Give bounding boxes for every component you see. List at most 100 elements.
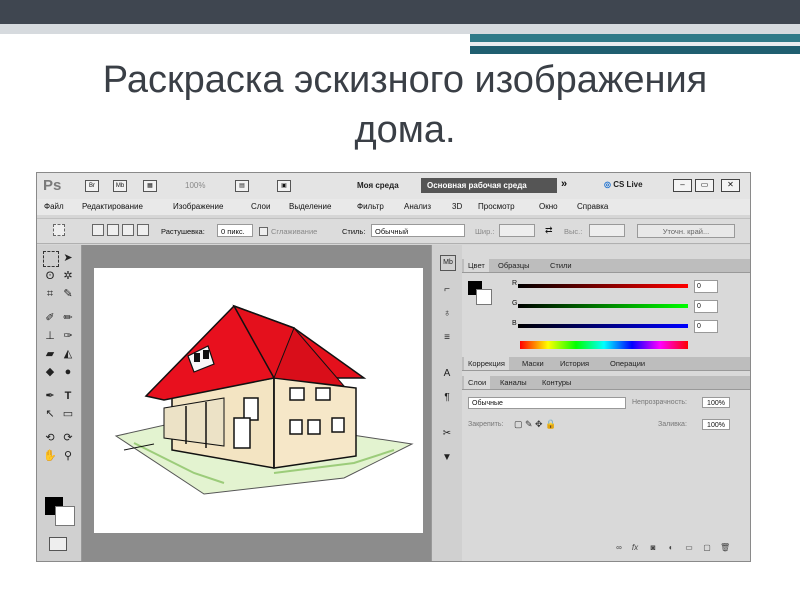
swap-dimensions-icon[interactable]: ⇄ [545,225,553,236]
character-panel-icon[interactable]: A [440,367,454,381]
tool-preset-icon[interactable] [53,224,65,236]
zoom-level[interactable]: 100% [185,181,205,190]
blend-mode-select[interactable]: Обычные [468,397,626,409]
link-layers-icon[interactable]: ∞ [614,543,624,553]
menu-filter[interactable]: Фильтр [357,202,384,211]
zoom-tool-icon[interactable]: ⚲ [61,449,75,463]
brush-tool-icon[interactable]: ✏ [61,311,75,325]
new-selection-icon[interactable] [92,224,104,236]
lasso-tool-icon[interactable]: ʘ [43,269,57,283]
opacity-label: Непрозрачность: [632,399,687,406]
hand-tool-icon[interactable]: ✋ [43,449,57,463]
workspace-my[interactable]: Моя среда [351,178,405,193]
minimize-button[interactable]: – [673,179,692,192]
height-input[interactable] [589,224,625,237]
marquee-tool-icon[interactable] [43,251,59,267]
new-group-icon[interactable]: ▭ [684,543,694,553]
arrange-documents-icon[interactable]: ▤ [235,180,249,192]
eraser-tool-icon[interactable]: ▰ [43,347,57,361]
refine-edge-button[interactable]: Уточн. край... [637,224,735,238]
bridge-icon[interactable]: Br [85,180,99,192]
dodge-tool-icon[interactable]: ● [61,365,75,379]
menu-image[interactable]: Изображение [173,202,223,211]
canvas[interactable] [94,268,423,533]
menu-3d[interactable]: 3D [452,202,462,211]
menu-window[interactable]: Окно [539,202,558,211]
menu-view[interactable]: Просмотр [478,202,515,211]
fill-input[interactable]: 100% [702,419,730,430]
measurement-icon[interactable]: ≡ [440,331,454,345]
brush-panel-icon[interactable]: ✂ [440,427,454,441]
width-input[interactable] [499,224,535,237]
move-tool-icon[interactable]: ➤ [61,251,75,265]
tab-paths[interactable]: Контуры [542,378,571,387]
view-extras-icon[interactable]: ▦ [143,180,157,192]
subtract-selection-icon[interactable] [122,224,134,236]
paragraph-panel-icon[interactable]: ¶ [440,391,454,405]
add-mask-icon[interactable]: ◙ [648,543,658,553]
eyedropper-tool-icon[interactable]: ✎ [61,287,75,301]
pen-tool-icon[interactable]: ✒ [43,389,57,403]
antialias-checkbox[interactable] [259,227,268,236]
workspace-main[interactable]: Основная рабочая среда [421,178,557,193]
layer-style-icon[interactable]: fx [630,543,640,553]
blur-tool-icon[interactable]: ◆ [43,365,57,379]
3d-panel-icon[interactable]: ♁ [440,307,454,321]
healing-brush-tool-icon[interactable]: ✐ [43,311,57,325]
clone-source-icon[interactable]: ▼ [440,451,454,465]
menu-analysis[interactable]: Анализ [404,202,431,211]
cs-live-button[interactable]: ◎ CS Live [604,180,643,189]
3d-rotate-tool-icon[interactable]: ⟲ [43,431,57,445]
mini-bridge-panel-icon[interactable]: Mb [440,255,456,271]
mini-bridge-icon[interactable]: Mb [113,180,127,192]
color-spectrum-bar[interactable] [520,341,688,349]
feather-input[interactable]: 0 пикс. [217,224,253,237]
history-brush-tool-icon[interactable]: ✑ [61,329,75,343]
g-slider[interactable] [518,304,688,308]
color-panel-background-swatch[interactable] [476,289,492,305]
paint-bucket-tool-icon[interactable]: ◭ [61,347,75,361]
tab-masks[interactable]: Маски [522,359,544,368]
r-value-input[interactable]: 0 [694,280,718,293]
b-slider[interactable] [518,324,688,328]
adjustment-layer-icon[interactable]: ◐ [666,543,676,553]
tool-presets-icon[interactable]: ⌐ [440,283,454,297]
style-select[interactable]: Обычный [371,224,465,237]
add-selection-icon[interactable] [107,224,119,236]
quick-mask-icon[interactable] [49,537,67,551]
b-value-input[interactable]: 0 [694,320,718,333]
tab-layers[interactable]: Слои [464,376,491,389]
crop-tool-icon[interactable]: ⌗ [43,287,57,301]
type-tool-icon[interactable]: T [61,389,75,403]
opacity-input[interactable]: 100% [702,397,730,408]
tab-channels[interactable]: Каналы [500,378,527,387]
background-color-swatch[interactable] [55,506,75,526]
3d-camera-tool-icon[interactable]: ⟳ [61,431,75,445]
more-workspaces-icon[interactable]: » [561,178,567,190]
quick-select-tool-icon[interactable]: ✲ [61,269,75,283]
r-slider[interactable] [518,284,688,288]
clone-stamp-tool-icon[interactable]: ⊥ [43,329,57,343]
shape-tool-icon[interactable]: ▭ [61,407,75,421]
menu-help[interactable]: Справка [577,202,608,211]
screen-mode-icon[interactable]: ▣ [277,180,291,192]
new-layer-icon[interactable]: ▢ [702,543,712,553]
height-label: Выс.: [564,227,583,236]
intersect-selection-icon[interactable] [137,224,149,236]
menu-layers[interactable]: Слои [251,202,270,211]
g-value-input[interactable]: 0 [694,300,718,313]
menu-edit[interactable]: Редактирование [82,202,143,211]
tab-adjustments[interactable]: Коррекция [464,357,509,370]
menu-file[interactable]: Файл [44,202,64,211]
tab-history[interactable]: История [560,359,589,368]
lock-icons[interactable]: ▢ ✎ ✥ 🔒 [514,419,556,430]
tab-actions[interactable]: Операции [610,359,645,368]
menu-select[interactable]: Выделение [289,202,331,211]
tab-swatches[interactable]: Образцы [498,261,530,270]
close-button[interactable]: ✕ [721,179,740,192]
tab-styles[interactable]: Стили [550,261,572,270]
delete-layer-icon[interactable]: 🗑 [720,543,730,553]
tab-color[interactable]: Цвет [464,259,489,272]
path-select-tool-icon[interactable]: ↖ [43,407,57,421]
maximize-button[interactable]: ▭ [695,179,714,192]
